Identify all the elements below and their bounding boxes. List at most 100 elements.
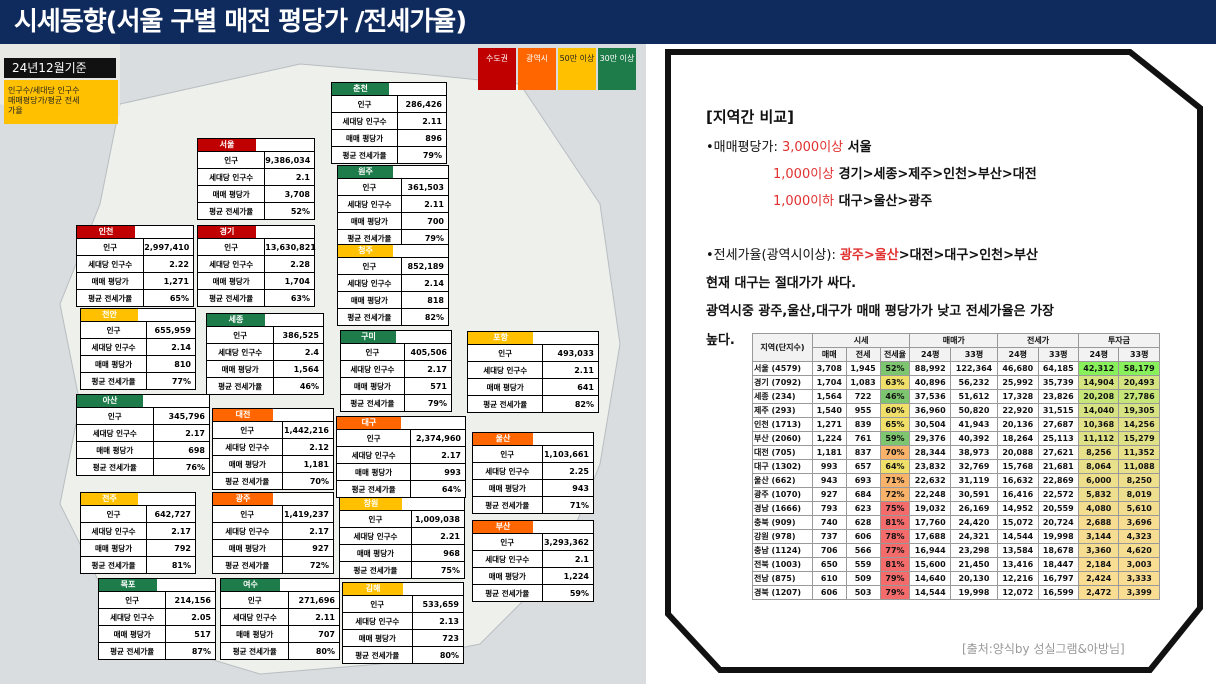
table-cell: 26,169 [949, 501, 999, 516]
table-cell: 20,130 [949, 571, 999, 586]
region-row: 매매 평당가 896 [332, 129, 446, 146]
row-value: 2.25 [569, 467, 589, 476]
table-cell: 대구 (1302) [752, 459, 813, 474]
table-cell: 13,584 [997, 543, 1039, 558]
table-cell: 6,000 [1077, 473, 1120, 488]
table-cell: 20,559 [1037, 501, 1079, 516]
row-label: 평균 전세가율 [468, 396, 544, 412]
region-row: 세대당 인구수 2.25 [473, 462, 593, 479]
table-row: 강원 (978) 737 606 78% 17,688 24,321 14,544 19,99… [752, 529, 1160, 544]
table-header: 매매가 [909, 333, 999, 348]
row-value: 65% [169, 294, 189, 303]
panel-line-4: •전세가율(광역시이상): 광주>울산>대전>대구>인천>부산 [706, 244, 1038, 263]
row-value: 81% [171, 561, 191, 570]
row-label: 평균 전세가율 [213, 557, 283, 573]
category-capital: 수도권 [478, 48, 516, 90]
region-row: 세대당 인구수 2.17 [213, 522, 333, 539]
row-value: 345,796 [168, 412, 205, 421]
table-cell: 23,826 [1037, 389, 1079, 404]
category-300k: 30만 이상 [598, 48, 636, 90]
row-label: 매매 평당가 [221, 626, 290, 642]
table-cell: 22,632 [909, 473, 951, 488]
table-row: 전북 (1003) 650 559 81% 15,600 21,450 13,416 18,4… [752, 557, 1160, 572]
text: 1,000이상 [773, 167, 835, 182]
row-value: 517 [194, 630, 211, 639]
table-cell: 8,250 [1118, 473, 1160, 488]
row-label: 평균 전세가율 [332, 147, 399, 163]
table-cell: 14,640 [909, 571, 951, 586]
row-label: 평균 전세가율 [473, 497, 543, 513]
panel-line-3: 1,000이하 대구>울산>광주 [773, 190, 932, 209]
region-row: 인구 386,525 [207, 326, 323, 343]
region-card-changwon: 창원 인구 1,009,038 세대당 인구수 2.21 매매 평당가 968 평균 전세가율… [339, 497, 465, 579]
table-cell: 15,279 [1118, 431, 1160, 446]
table-cell: 19,305 [1118, 403, 1160, 418]
table-cell: 12,216 [997, 571, 1039, 586]
table-cell: 20,724 [1037, 515, 1079, 530]
row-value: 707 [318, 630, 335, 639]
table-cell: 12,072 [997, 585, 1039, 600]
row-value: 2.11 [315, 613, 335, 622]
panel-line-2: 1,000이상 경기>세종>제주>인천>부산>대전 [773, 163, 1037, 182]
region-row: 세대당 인구수 2.11 [332, 112, 446, 129]
row-value: 79% [422, 151, 442, 160]
row-label: 세대당 인구수 [77, 256, 145, 272]
table-cell: 4,323 [1118, 529, 1160, 544]
row-value: 70% [309, 477, 329, 486]
table-cell: 16,416 [997, 487, 1039, 502]
panel-line-5: 현재 대구는 절대가가 싸다. [706, 276, 857, 291]
row-label: 인구 [338, 258, 402, 274]
table-cell: 38,973 [949, 445, 999, 460]
table-cell: 50,820 [949, 403, 999, 418]
row-label: 세대당 인구수 [341, 361, 405, 377]
row-label: 매매 평당가 [338, 213, 402, 229]
region-row: 매매 평당가 641 [468, 378, 598, 395]
table-cell: 전남 (875) [752, 571, 813, 586]
table-cell: 13,416 [997, 557, 1039, 572]
table-cell: 14,904 [1077, 375, 1120, 390]
table-subheader: 24평 [997, 347, 1039, 362]
table-cell: 3,399 [1118, 585, 1160, 600]
region-row: 인구 286,426 [332, 95, 446, 112]
row-value: 63% [290, 294, 310, 303]
table-cell: 943 [811, 473, 847, 488]
row-label: 인구 [338, 179, 402, 195]
table-cell: 40,392 [949, 431, 999, 446]
row-label: 세대당 인구수 [340, 528, 412, 544]
row-label: 세대당 인구수 [99, 609, 167, 625]
table-cell: 722 [845, 389, 881, 404]
row-value: 818 [427, 296, 444, 305]
row-label: 매매 평당가 [99, 626, 167, 642]
table-cell: 3,708 [811, 361, 847, 376]
row-label: 매매 평당가 [338, 292, 402, 308]
table-cell: 35,739 [1037, 375, 1079, 390]
table-header: 시세 [811, 333, 911, 348]
region-card-jeonju: 전주 인구 642,727 세대당 인구수 2.17 매매 평당가 792 평균 전세가율 81… [80, 492, 196, 574]
region-row: 매매 평당가 993 [337, 463, 465, 480]
table-cell: 657 [845, 459, 881, 474]
row-label: 매매 평당가 [341, 378, 405, 394]
region-row: 세대당 인구수 2.14 [81, 338, 195, 355]
row-label: 매매 평당가 [198, 186, 266, 202]
region-row: 세대당 인구수 2.1 [198, 168, 314, 185]
table-cell: 70% [879, 445, 911, 460]
row-label: 평균 전세가율 [198, 290, 266, 306]
table-cell: 8,064 [1077, 459, 1120, 474]
table-cell: 3,360 [1077, 543, 1120, 558]
table-cell: 20,088 [997, 445, 1039, 460]
text: 대구>울산>광주 [834, 194, 933, 209]
table-cell: 503 [845, 585, 881, 600]
text: 경기>세종>제주>인천>부산>대전 [834, 167, 1037, 182]
table-cell: 740 [811, 515, 847, 530]
row-value: 723 [442, 634, 459, 643]
row-label: 세대당 인구수 [468, 362, 544, 378]
row-label: 평균 전세가율 [343, 647, 413, 663]
region-row: 인구 345,796 [77, 407, 209, 424]
region-row: 평균 전세가율 82% [468, 395, 598, 412]
row-value: 493,033 [557, 349, 594, 358]
region-row: 평균 전세가율 81% [81, 556, 195, 573]
row-value: 1,419,237 [283, 510, 329, 519]
table-cell: 58,179 [1118, 361, 1160, 376]
region-row: 매매 평당가 810 [81, 355, 195, 372]
date-label: 24년12월기준 [4, 58, 116, 78]
